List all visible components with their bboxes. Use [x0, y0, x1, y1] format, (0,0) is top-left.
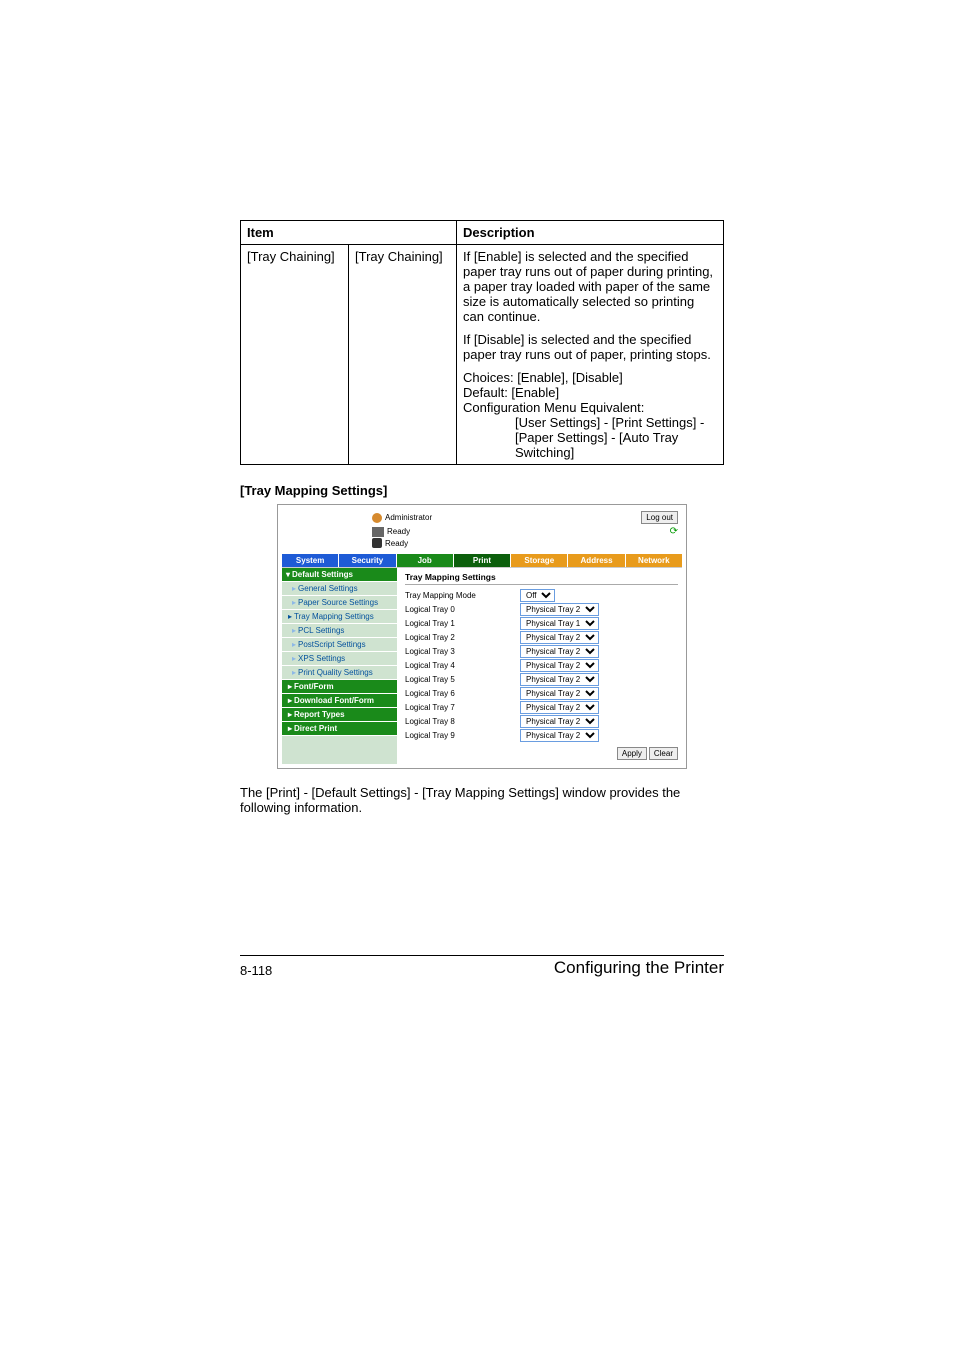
- nav-print-quality[interactable]: Print Quality Settings: [282, 666, 397, 680]
- cell-item-a: [Tray Chaining]: [241, 245, 349, 465]
- content-title: Tray Mapping Settings: [405, 572, 678, 585]
- triangle-right-icon: ▸: [288, 710, 292, 719]
- tab-job[interactable]: Job: [397, 554, 454, 567]
- printer-icon: [372, 527, 384, 537]
- content-pane: Tray Mapping Settings Tray Mapping Mode …: [397, 568, 682, 764]
- row-label: Logical Tray 7: [405, 703, 520, 712]
- row-select[interactable]: Physical Tray 2: [520, 729, 599, 742]
- tab-print[interactable]: Print: [454, 554, 511, 567]
- row-label: Logical Tray 8: [405, 717, 520, 726]
- clear-button[interactable]: Clear: [649, 747, 678, 760]
- row-select[interactable]: Physical Tray 2: [520, 687, 599, 700]
- side-nav: ▾Default Settings General Settings Paper…: [282, 568, 397, 764]
- row-label: Logical Tray 3: [405, 647, 520, 656]
- desc-cfg-l1: [User Settings] - [Print Settings] -: [463, 415, 717, 430]
- tab-bar: System Security Job Print Storage Addres…: [282, 554, 682, 567]
- nav-direct-print[interactable]: ▸Direct Print: [282, 722, 397, 736]
- section-title: Configuring the Printer: [554, 958, 724, 978]
- embedded-screenshot: Administrator Log out Ready ⟳ Ready Syst…: [277, 504, 687, 769]
- row-label: Logical Tray 0: [405, 605, 520, 614]
- body-paragraph: The [Print] - [Default Settings] - [Tray…: [240, 785, 724, 815]
- row-label: Logical Tray 2: [405, 633, 520, 642]
- triangle-right-icon: ▸: [288, 724, 292, 733]
- nav-postscript[interactable]: PostScript Settings: [282, 638, 397, 652]
- page-number: 8-118: [240, 963, 272, 978]
- nav-font-form[interactable]: ▸Font/Form: [282, 680, 397, 694]
- tab-address[interactable]: Address: [568, 554, 625, 567]
- toner-icon: [372, 538, 382, 548]
- desc-cfg-l3: Switching]: [463, 445, 717, 460]
- nav-download-font-form[interactable]: ▸Download Font/Form: [282, 694, 397, 708]
- refresh-icon[interactable]: ⟳: [670, 526, 678, 537]
- section-heading: [Tray Mapping Settings]: [240, 483, 724, 498]
- desc-cfg-l2: [Paper Settings] - [Auto Tray: [463, 430, 717, 445]
- nav-pcl[interactable]: PCL Settings: [282, 624, 397, 638]
- tab-storage[interactable]: Storage: [511, 554, 568, 567]
- tab-system[interactable]: System: [282, 554, 339, 567]
- desc-default: Default: [Enable]: [463, 385, 559, 400]
- tab-security[interactable]: Security: [339, 554, 396, 567]
- triangle-down-icon: ▾: [286, 570, 290, 579]
- spec-table: Item Description [Tray Chaining] [Tray C…: [240, 220, 724, 465]
- row-label: Logical Tray 6: [405, 689, 520, 698]
- logout-button[interactable]: Log out: [641, 511, 678, 524]
- apply-button[interactable]: Apply: [617, 747, 647, 760]
- row-select[interactable]: Physical Tray 2: [520, 659, 599, 672]
- cell-description: If [Enable] is selected and the specifie…: [457, 245, 724, 465]
- nav-paper-source[interactable]: Paper Source Settings: [282, 596, 397, 610]
- desc-p2: If [Disable] is selected and the specifi…: [463, 332, 717, 362]
- nav-report-types[interactable]: ▸Report Types: [282, 708, 397, 722]
- admin-icon: [372, 513, 382, 523]
- row-select[interactable]: Physical Tray 2: [520, 603, 599, 616]
- row-label: Logical Tray 1: [405, 619, 520, 628]
- row-label: Logical Tray 5: [405, 675, 520, 684]
- row-select[interactable]: Physical Tray 1: [520, 617, 599, 630]
- triangle-right-icon: ▸: [288, 682, 292, 691]
- mode-label: Tray Mapping Mode: [405, 591, 520, 600]
- desc-cfg: Configuration Menu Equivalent:: [463, 400, 644, 415]
- desc-choices: Choices: [Enable], [Disable]: [463, 370, 623, 385]
- row-select[interactable]: Physical Tray 2: [520, 673, 599, 686]
- row-select[interactable]: Physical Tray 2: [520, 645, 599, 658]
- nav-general[interactable]: General Settings: [282, 582, 397, 596]
- cell-item-b: [Tray Chaining]: [349, 245, 457, 465]
- nav-xps[interactable]: XPS Settings: [282, 652, 397, 666]
- desc-p1: If [Enable] is selected and the specifie…: [463, 249, 717, 324]
- tab-network[interactable]: Network: [626, 554, 682, 567]
- row-select[interactable]: Physical Tray 2: [520, 631, 599, 644]
- page-footer: 8-118 Configuring the Printer: [240, 955, 724, 978]
- nav-default-settings[interactable]: ▾Default Settings: [282, 568, 397, 582]
- row-select[interactable]: Physical Tray 2: [520, 701, 599, 714]
- admin-label: Administrator: [385, 513, 432, 522]
- triangle-right-icon: ▸: [288, 696, 292, 705]
- mode-select[interactable]: Off: [520, 589, 555, 602]
- th-item: Item: [241, 221, 457, 245]
- row-select[interactable]: Physical Tray 2: [520, 715, 599, 728]
- status-ready-1: Ready: [387, 527, 410, 536]
- row-label: Logical Tray 4: [405, 661, 520, 670]
- row-label: Logical Tray 9: [405, 731, 520, 740]
- status-ready-2: Ready: [385, 539, 408, 548]
- th-description: Description: [457, 221, 724, 245]
- nav-tray-mapping[interactable]: Tray Mapping Settings: [282, 610, 397, 624]
